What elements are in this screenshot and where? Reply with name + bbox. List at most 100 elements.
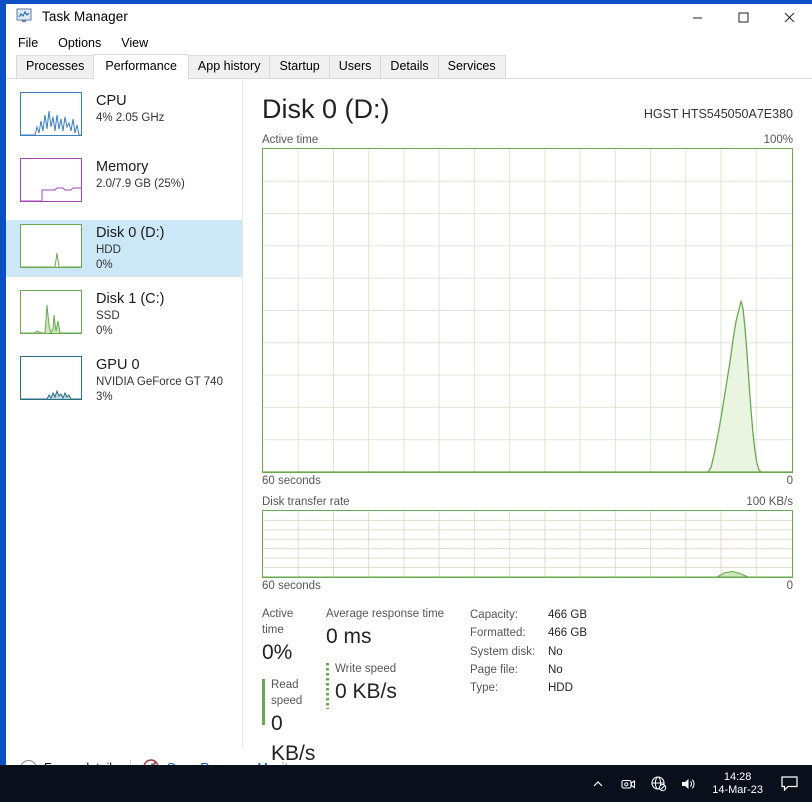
taskbar-clock[interactable]: 14:28 14-Mar-23 [703, 765, 772, 802]
tab-processes[interactable]: Processes [16, 55, 95, 78]
tab-users[interactable]: Users [328, 55, 382, 78]
tab-details[interactable]: Details [380, 55, 439, 78]
transfer-rate-chart-svg [263, 511, 792, 577]
write-speed-color-bar [326, 663, 329, 709]
sidebar-disk1-sub2: 0% [96, 325, 113, 337]
menu-item-options[interactable]: Options [58, 36, 101, 50]
active-time-range-right: 0 [786, 475, 793, 487]
performance-detail-panel: Disk 0 (D:) HGST HTS545050A7E380 Active … [243, 79, 812, 765]
chevron-up-icon[interactable] [583, 765, 613, 802]
sidebar-cpu-text: CPU 4% 2.05 GHz [96, 92, 164, 126]
sidebar-disk0-sub2: 0% [96, 259, 113, 271]
stat-active-time: Active time 0% Read speed 0 KB/s [262, 606, 316, 765]
write-speed-legend: Write speed 0 KB/s [326, 661, 458, 709]
write-speed-label: Write speed [335, 663, 397, 675]
property-row: Capacity: 466 GB [470, 606, 587, 624]
window-controls [674, 3, 812, 32]
stat-response-value: 0 ms [326, 625, 372, 648]
sidebar-disk1-title: Disk 1 (C:) [96, 291, 165, 307]
sidebar-disk0-sub1: HDD [96, 244, 121, 256]
active-time-range-left: 60 seconds [262, 475, 321, 487]
active-time-footer: 60 seconds 0 [262, 475, 793, 487]
transfer-rate-max: 100 KB/s [746, 496, 793, 508]
minimize-button[interactable] [674, 3, 720, 32]
tab-app-history[interactable]: App history [187, 55, 271, 78]
taskbar-time: 14:28 [723, 770, 752, 783]
active-time-chart-svg [263, 149, 792, 472]
sidebar-disk1-text: Disk 1 (C:) SSD 0% [96, 290, 164, 339]
page-file-value: No [548, 663, 563, 676]
sidebar-gpu0-text: GPU 0 NVIDIA GeForce GT 740 3% [96, 356, 223, 405]
taskbar: 14:28 14-Mar-23 [0, 765, 812, 802]
network-globe-icon[interactable] [643, 765, 673, 802]
stat-response-label: Average response time [326, 608, 445, 620]
sidebar-gpu0-title: GPU 0 [96, 357, 140, 373]
read-speed-legend: Read speed 0 KB/s [262, 677, 316, 765]
maximize-button[interactable] [720, 3, 766, 32]
tab-startup[interactable]: Startup [269, 55, 330, 78]
tab-services[interactable]: Services [437, 55, 506, 78]
disk-statistics: Active time 0% Read speed 0 KB/s Average… [262, 606, 793, 765]
disk1-mini-graph [20, 290, 82, 334]
resource-sidebar: CPU 4% 2.05 GHz Memory 2.0/7.9 GB (25%) [6, 79, 243, 747]
sidebar-gpu0-sub1: NVIDIA GeForce GT 740 [96, 376, 223, 388]
sidebar-item-disk1[interactable]: Disk 1 (C:) SSD 0% [6, 286, 242, 343]
sidebar-disk1-sub1: SSD [96, 310, 120, 322]
task-manager-window: Task Manager File Options View Processes… [0, 0, 812, 765]
sidebar-item-cpu[interactable]: CPU 4% 2.05 GHz [6, 88, 242, 145]
transfer-rate-range-left: 60 seconds [262, 580, 321, 592]
tab-performance[interactable]: Performance [93, 54, 189, 79]
property-row: Type: HDD [470, 679, 587, 697]
capacity-key: Capacity: [470, 609, 518, 621]
sidebar-cpu-sub: 4% 2.05 GHz [96, 112, 165, 124]
sidebar-memory-sub: 2.0/7.9 GB (25%) [96, 178, 185, 190]
formatted-value: 466 GB [548, 627, 587, 640]
stat-active-time-label: Active time [262, 608, 294, 636]
notification-icon[interactable] [772, 765, 806, 802]
active-time-label: Active time [262, 134, 319, 146]
tab-strip: Processes Performance App history Startu… [6, 54, 812, 79]
sidebar-item-memory[interactable]: Memory 2.0/7.9 GB (25%) [6, 154, 242, 211]
page-title: Disk 0 (D:) [262, 94, 390, 124]
write-speed-value: 0 KB/s [335, 680, 397, 703]
formatted-key: Formatted: [470, 627, 526, 640]
sidebar-disk0-title: Disk 0 (D:) [96, 225, 165, 241]
transfer-rate-series [263, 570, 792, 577]
active-time-caption: Active time 100% [262, 134, 793, 146]
close-button[interactable] [766, 3, 812, 32]
transfer-rate-chart [262, 510, 793, 578]
sidebar-gpu0-sub2: 3% [96, 391, 113, 403]
gpu0-mini-graph [20, 356, 82, 400]
read-speed-color-bar [262, 679, 265, 725]
disk-properties: Capacity: 466 GB Formatted: 466 GB Syste… [470, 606, 587, 765]
sidebar-item-disk0[interactable]: Disk 0 (D:) HDD 0% [6, 220, 242, 277]
task-manager-icon [16, 8, 34, 24]
page-file-key: Page file: [470, 663, 518, 676]
speaker-icon[interactable] [673, 765, 703, 802]
transfer-rate-footer: 60 seconds 0 [262, 580, 793, 592]
sidebar-item-gpu0[interactable]: GPU 0 NVIDIA GeForce GT 740 3% [6, 352, 242, 409]
camera-icon[interactable] [613, 765, 643, 802]
title-bar: Task Manager [6, 0, 812, 32]
active-time-max: 100% [763, 134, 793, 146]
read-speed-value: 0 KB/s [271, 712, 316, 765]
sidebar-memory-title: Memory [96, 159, 149, 175]
menu-item-view[interactable]: View [121, 36, 148, 50]
taskbar-date: 14-Mar-23 [712, 783, 763, 796]
menu-bar: File Options View [6, 32, 812, 54]
stat-response-time: Average response time 0 ms Write speed 0… [326, 606, 458, 765]
stat-active-time-value: 0% [262, 641, 293, 664]
active-time-chart [262, 148, 793, 473]
cpu-mini-graph [20, 92, 82, 136]
memory-mini-graph [20, 158, 82, 202]
type-key: Type: [470, 682, 499, 695]
active-time-series [263, 300, 792, 472]
disk0-mini-graph [20, 224, 82, 268]
property-row: Formatted: 466 GB [470, 624, 587, 642]
content-area: CPU 4% 2.05 GHz Memory 2.0/7.9 GB (25%) [6, 79, 812, 765]
detail-header: Disk 0 (D:) HGST HTS545050A7E380 [262, 93, 793, 125]
system-disk-value: No [548, 645, 563, 658]
menu-item-file[interactable]: File [18, 36, 38, 50]
device-model: HGST HTS545050A7E380 [643, 107, 793, 121]
transfer-rate-caption: Disk transfer rate 100 KB/s [262, 496, 793, 508]
